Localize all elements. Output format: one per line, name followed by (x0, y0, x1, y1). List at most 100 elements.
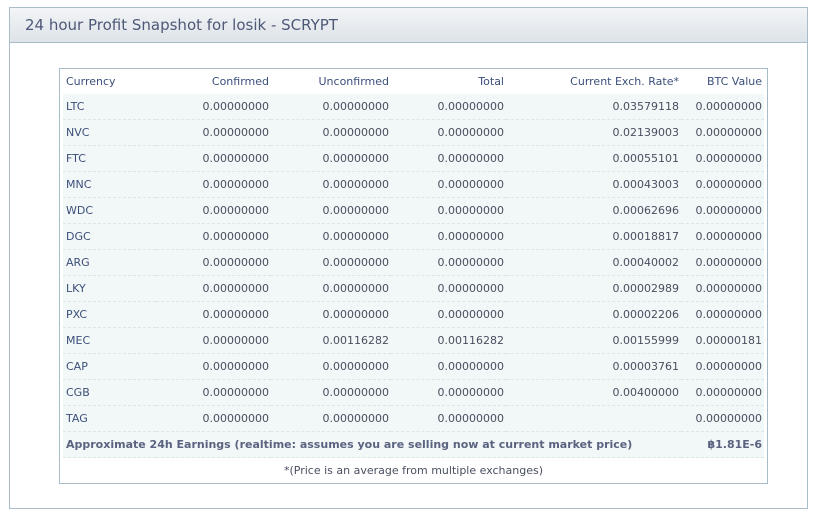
cell-btc-value: 0.00000000 (681, 119, 764, 146)
cell-exchange-rate: 0.02139003 (506, 119, 681, 146)
cell-currency: FTC (63, 145, 156, 172)
cell-currency: MNC (63, 171, 156, 198)
cell-total: 0.00000000 (391, 275, 506, 302)
footnote: *(Price is an average from multiple exch… (63, 457, 764, 483)
cell-btc-value: 0.00000000 (681, 275, 764, 302)
cell-currency: MEC (63, 327, 156, 354)
cell-currency: DGC (63, 223, 156, 250)
column-header-btc-value: BTC Value (706, 75, 762, 88)
cell-confirmed: 0.00000000 (156, 327, 271, 354)
cell-btc-value: 0.00000181 (681, 327, 764, 354)
cell-exchange-rate: 0.00040002 (506, 249, 681, 276)
table-row: PXC 0.00000000 0.00000000 0.00000000 0.00002… (63, 301, 764, 328)
cell-currency: LKY (63, 275, 156, 302)
cell-unconfirmed: 0.00000000 (271, 94, 391, 120)
cell-currency: TAG (63, 405, 156, 432)
cell-btc-value: 0.00000000 (681, 94, 764, 120)
cell-confirmed: 0.00000000 (156, 275, 271, 302)
cell-total: 0.00000000 (391, 301, 506, 328)
cell-currency: CAP (63, 353, 156, 380)
table-row: MEC 0.00000000 0.00116282 0.00116282 0.00155… (63, 327, 764, 354)
cell-exchange-rate: 0.00055101 (506, 145, 681, 172)
cell-confirmed: 0.00000000 (156, 171, 271, 198)
cell-confirmed: 0.00000000 (156, 249, 271, 276)
cell-total: 0.00000000 (391, 249, 506, 276)
table-row: LTC 0.00000000 0.00000000 0.00000000 0.03579… (63, 94, 764, 120)
cell-total: 0.00000000 (391, 171, 506, 198)
cell-currency: CGB (63, 379, 156, 406)
cell-total: 0.00000000 (391, 405, 506, 432)
column-header-exchange-rate: Current Exch. Rate* (570, 75, 679, 88)
column-header-unconfirmed: Unconfirmed (318, 75, 390, 88)
cell-unconfirmed: 0.00000000 (271, 119, 391, 146)
summary-label: Approximate 24h Earnings (realtime: assu… (63, 431, 681, 458)
cell-btc-value: 0.00000000 (681, 171, 764, 198)
cell-unconfirmed: 0.00000000 (271, 171, 391, 198)
cell-btc-value: 0.00000000 (681, 353, 764, 380)
cell-confirmed: 0.00000000 (156, 119, 271, 146)
cell-total: 0.00000000 (391, 119, 506, 146)
cell-btc-value: 0.00000000 (681, 405, 764, 432)
table-row: DGC 0.00000000 0.00000000 0.00000000 0.00018… (63, 223, 764, 250)
cell-btc-value: 0.00000000 (681, 223, 764, 250)
cell-currency: WDC (63, 197, 156, 224)
table-row: ARG 0.00000000 0.00000000 0.00000000 0.00040… (63, 249, 764, 276)
cell-exchange-rate: 0.00062696 (506, 197, 681, 224)
cell-confirmed: 0.00000000 (156, 197, 271, 224)
cell-exchange-rate: 0.00002206 (506, 301, 681, 328)
cell-btc-value: 0.00000000 (681, 301, 764, 328)
table-row: WDC 0.00000000 0.00000000 0.00000000 0.00062… (63, 197, 764, 224)
table-row: FTC 0.00000000 0.00000000 0.00000000 0.00055… (63, 145, 764, 172)
cell-btc-value: 0.00000000 (681, 249, 764, 276)
table-body: LTC 0.00000000 0.00000000 0.00000000 0.03579… (63, 94, 764, 432)
cell-total: 0.00000000 (391, 223, 506, 250)
column-header-total: Total (478, 75, 504, 88)
cell-btc-value: 0.00000000 (681, 145, 764, 172)
cell-total: 0.00000000 (391, 379, 506, 406)
cell-unconfirmed: 0.00000000 (271, 197, 391, 224)
cell-confirmed: 0.00000000 (156, 379, 271, 406)
cell-btc-value: 0.00000000 (681, 379, 764, 406)
panel-title: 24 hour Profit Snapshot for losik - SCRY… (10, 8, 807, 43)
cell-currency: LTC (63, 94, 156, 120)
cell-unconfirmed: 0.00000000 (271, 223, 391, 250)
cell-currency: PXC (63, 301, 156, 328)
cell-unconfirmed: 0.00000000 (271, 353, 391, 380)
column-header-confirmed: Confirmed (211, 75, 269, 88)
cell-unconfirmed: 0.00000000 (271, 249, 391, 276)
table-row: NVC 0.00000000 0.00000000 0.00000000 0.02139… (63, 119, 764, 146)
cell-exchange-rate: 0.00043003 (506, 171, 681, 198)
cell-unconfirmed: 0.00000000 (271, 405, 391, 432)
table-row: MNC 0.00000000 0.00000000 0.00000000 0.00043… (63, 171, 764, 198)
summary-value: ฿1.81E-6 (681, 431, 764, 458)
cell-confirmed: 0.00000000 (156, 353, 271, 380)
cell-exchange-rate: 0.00155999 (506, 327, 681, 354)
cell-unconfirmed: 0.00000000 (271, 379, 391, 406)
profit-table-container: Currency Confirmed Unconfirmed Total Cur… (59, 68, 768, 484)
cell-exchange-rate: 0.00002989 (506, 275, 681, 302)
cell-confirmed: 0.00000000 (156, 94, 271, 120)
table-row: CGB 0.00000000 0.00000000 0.00000000 0.00400… (63, 379, 764, 406)
cell-exchange-rate: 0.00018817 (506, 223, 681, 250)
cell-exchange-rate: 0.00400000 (506, 379, 681, 406)
column-header-currency: Currency (66, 75, 116, 88)
table-row: CAP 0.00000000 0.00000000 0.00000000 0.00003… (63, 353, 764, 380)
cell-confirmed: 0.00000000 (156, 145, 271, 172)
table-header-row: Currency Confirmed Unconfirmed Total Cur… (63, 69, 764, 94)
table-row: LKY 0.00000000 0.00000000 0.00000000 0.00002… (63, 275, 764, 302)
cell-currency: ARG (63, 249, 156, 276)
cell-unconfirmed: 0.00000000 (271, 275, 391, 302)
cell-exchange-rate (506, 405, 681, 432)
cell-unconfirmed: 0.00000000 (271, 301, 391, 328)
cell-total: 0.00000000 (391, 197, 506, 224)
cell-confirmed: 0.00000000 (156, 301, 271, 328)
cell-unconfirmed: 0.00116282 (271, 327, 391, 354)
cell-confirmed: 0.00000000 (156, 405, 271, 432)
footnote-row: *(Price is an average from multiple exch… (63, 457, 764, 483)
cell-unconfirmed: 0.00000000 (271, 145, 391, 172)
cell-exchange-rate: 0.00003761 (506, 353, 681, 380)
cell-currency: NVC (63, 119, 156, 146)
profit-snapshot-panel: 24 hour Profit Snapshot for losik - SCRY… (9, 7, 808, 509)
cell-total: 0.00116282 (391, 327, 506, 354)
profit-table: Currency Confirmed Unconfirmed Total Cur… (63, 69, 764, 483)
